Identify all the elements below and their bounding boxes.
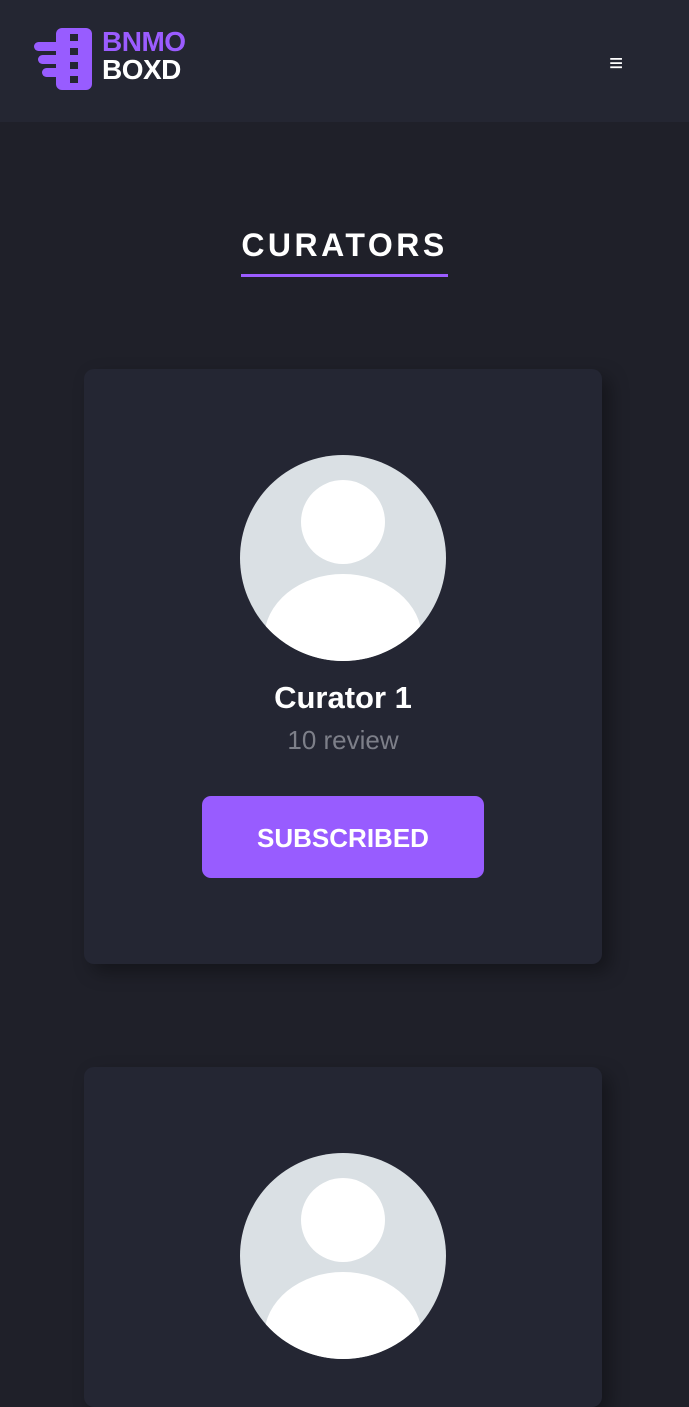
brand-name: BNMO BOXD xyxy=(102,28,186,84)
avatar-placeholder-icon xyxy=(240,1153,446,1359)
page-title-text: CURATORS xyxy=(241,226,448,277)
film-reel-logo-icon xyxy=(34,28,92,90)
avatar-head xyxy=(301,480,385,564)
avatar-body xyxy=(264,574,422,661)
curator-card xyxy=(84,1067,602,1407)
avatar-placeholder-icon xyxy=(240,455,446,661)
curator-name: Curator 1 xyxy=(274,680,412,715)
avatar-head xyxy=(301,1178,385,1262)
curator-review-count: 10 review xyxy=(287,725,399,755)
top-navbar: BNMO BOXD ≡ xyxy=(0,0,689,122)
brand-logo[interactable]: BNMO BOXD xyxy=(34,28,204,90)
hamburger-menu-icon[interactable]: ≡ xyxy=(598,46,634,82)
brand-name-line2: BOXD xyxy=(102,54,181,85)
page-title: CURATORS xyxy=(0,226,689,277)
brand-name-line1: BNMO xyxy=(102,26,186,57)
subscribe-button[interactable]: SUBSCRIBED xyxy=(202,796,484,878)
avatar-body xyxy=(264,1272,422,1359)
curator-card: Curator 1 10 review SUBSCRIBED xyxy=(84,369,602,964)
